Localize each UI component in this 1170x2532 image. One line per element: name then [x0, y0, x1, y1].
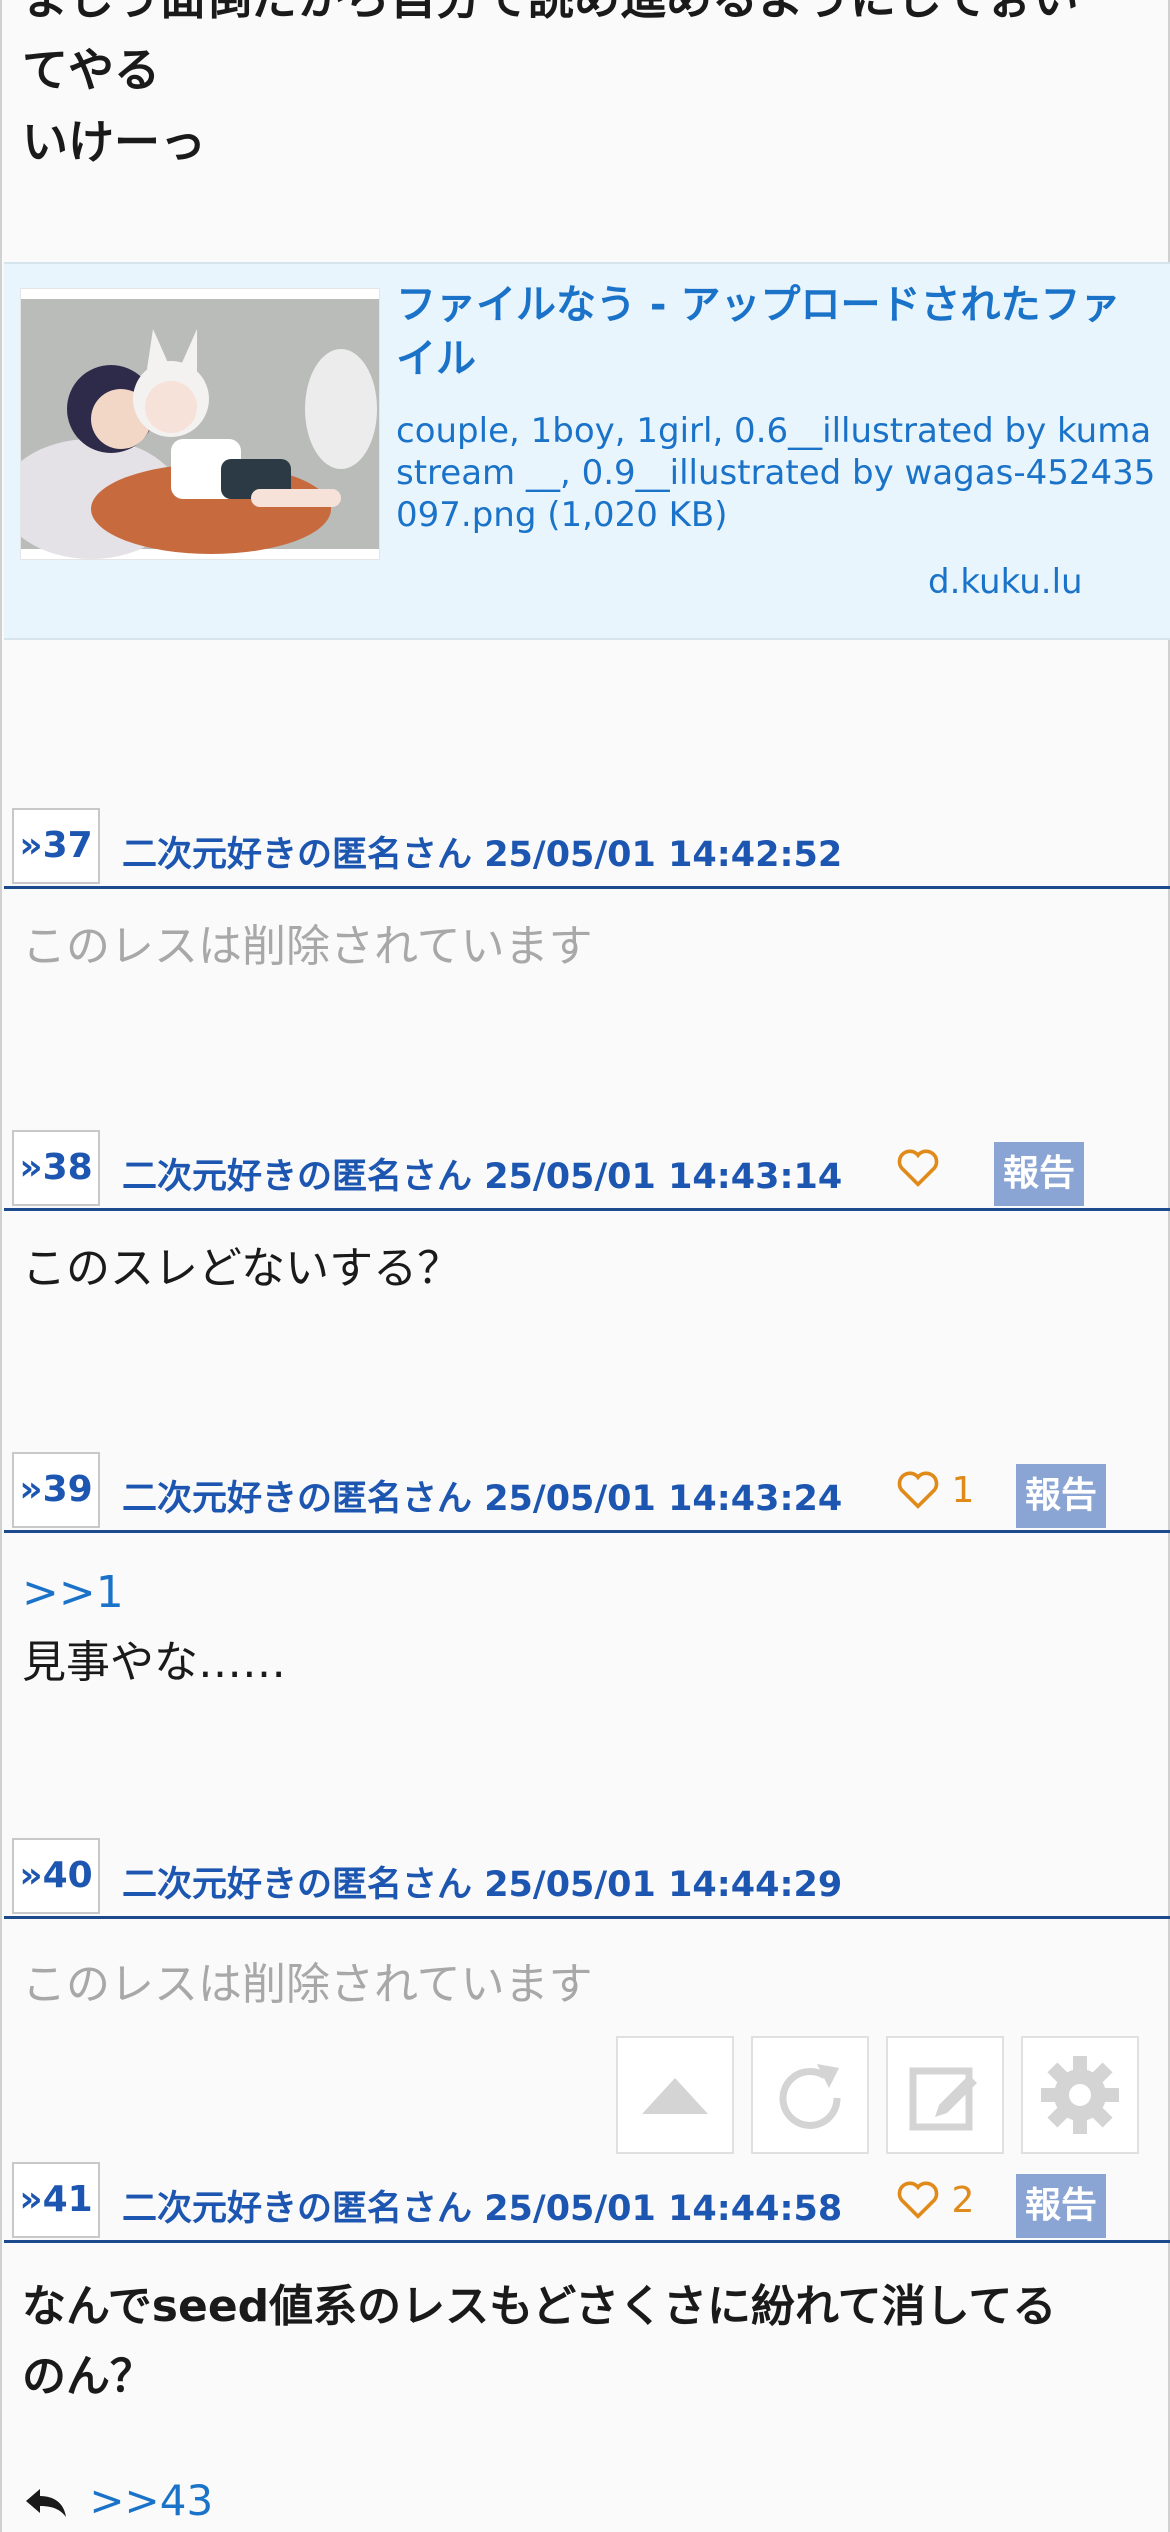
like-count: 1	[951, 1470, 975, 1511]
reply-anchor-link[interactable]: >>1	[22, 1558, 1152, 1628]
post-number[interactable]: »37	[12, 808, 100, 884]
post-meta: 二次元好きの匿名さん 25/05/01 14:43:14	[122, 1148, 842, 1199]
author-name: 二次元好きの匿名さん	[122, 1479, 473, 1519]
post-36-body: ましう面倒だから自分で読め進めるようにしてぉい てやる いけーっ	[22, 0, 1142, 178]
heart-icon	[897, 2181, 939, 2219]
preview-thumbnail[interactable]	[20, 288, 380, 560]
reply-anchor[interactable]: >>43	[89, 2476, 213, 2525]
scroll-top-button[interactable]	[616, 2036, 734, 2154]
post-datetime: 25/05/01 14:44:58	[484, 2189, 843, 2229]
report-button[interactable]: 報告	[994, 1142, 1084, 1206]
scroll-top-icon	[642, 2078, 708, 2114]
post-datetime: 25/05/01 14:43:14	[484, 1157, 843, 1197]
like-count: 2	[951, 2180, 975, 2221]
post-number[interactable]: »41	[12, 2162, 100, 2238]
post-36-line-3: いけーっ	[22, 115, 206, 169]
post-36-line-2: てやる	[22, 43, 160, 97]
illustration-image	[21, 289, 379, 559]
post-number[interactable]: »39	[12, 1452, 100, 1528]
post-header-41: »41 二次元好きの匿名さん 25/05/01 14:44:58 2 報告	[4, 2160, 1170, 2243]
author-name: 二次元好きの匿名さん	[122, 1865, 473, 1905]
post-meta: 二次元好きの匿名さん 25/05/01 14:44:29	[122, 1856, 842, 1907]
post-meta: 二次元好きの匿名さん 25/05/01 14:43:24	[122, 1470, 842, 1521]
post-meta: 二次元好きの匿名さん 25/05/01 14:42:52	[122, 826, 842, 877]
post-text-line-1: なんでseed値系のレスもどさくさに紛れて消してる	[22, 2281, 1057, 2332]
post-number[interactable]: »40	[12, 1838, 100, 1914]
compose-icon	[909, 2067, 977, 2131]
settings-icon	[1041, 2056, 1119, 2134]
post-body-37: このレスは削除されています	[22, 921, 593, 972]
author-name: 二次元好きの匿名さん	[122, 1157, 473, 1197]
author-name: 二次元好きの匿名さん	[122, 2189, 473, 2229]
post-datetime: 25/05/01 14:43:24	[484, 1479, 843, 1519]
post-body-39: >>1 見事やな……	[22, 1558, 1152, 1698]
report-button[interactable]: 報告	[1016, 1464, 1106, 1528]
card-title[interactable]: ファイルなう - アップロードされたファイル	[396, 278, 1156, 386]
thread-view: ましう面倒だから自分で読め進めるようにしてぉい てやる いけーっ	[0, 0, 1170, 2532]
post-meta: 二次元好きの匿名さん 25/05/01 14:44:58	[122, 2180, 842, 2231]
compose-button[interactable]	[886, 2036, 1004, 2154]
post-number[interactable]: »38	[12, 1130, 100, 1206]
refresh-icon	[779, 2064, 841, 2129]
post-datetime: 25/05/01 14:44:29	[484, 1865, 843, 1905]
post-header-40: »40 二次元好きの匿名さん 25/05/01 14:44:29	[4, 1836, 1170, 1919]
link-preview-card[interactable]: ファイルなう - アップロードされたファイル couple, 1boy, 1gi…	[4, 262, 1170, 640]
refresh-button[interactable]	[751, 2036, 869, 2154]
post-36-line-1: ましう面倒だから自分で読め進めるようにしてぉい	[22, 0, 1142, 34]
reply-link[interactable]: >>43	[22, 2476, 213, 2525]
post-header-37: »37 二次元好きの匿名さん 25/05/01 14:42:52	[4, 806, 1170, 889]
card-domain: d.kuku.lu	[928, 562, 1083, 602]
post-datetime: 25/05/01 14:42:52	[484, 835, 843, 875]
reply-arrow-icon	[26, 2489, 66, 2517]
post-header-39: »39 二次元好きの匿名さん 25/05/01 14:43:24 1 報告	[4, 1450, 1170, 1533]
like-button[interactable]: 1	[896, 1470, 974, 1511]
settings-button[interactable]	[1021, 2036, 1139, 2154]
post-text-line-2: のん？	[22, 2351, 154, 2402]
heart-icon	[897, 1471, 939, 1509]
card-description: couple, 1boy, 1girl, 0.6__illustrated by…	[396, 411, 1156, 535]
like-button[interactable]: 2	[896, 2180, 974, 2221]
post-body-40: このレスは削除されています	[22, 1959, 593, 2010]
post-body-38: このスレどないする？	[22, 1243, 462, 1294]
post-body-41: なんでseed値系のレスもどさくさに紛れて消してる のん？	[22, 2272, 1152, 2412]
post-text: 見事やな……	[22, 1637, 286, 1688]
author-name: 二次元好きの匿名さん	[122, 835, 473, 875]
post-header-38: »38 二次元好きの匿名さん 25/05/01 14:43:14 報告	[4, 1128, 1170, 1211]
heart-icon	[897, 1149, 939, 1187]
like-button[interactable]	[896, 1148, 940, 1189]
report-button[interactable]: 報告	[1016, 2174, 1106, 2238]
